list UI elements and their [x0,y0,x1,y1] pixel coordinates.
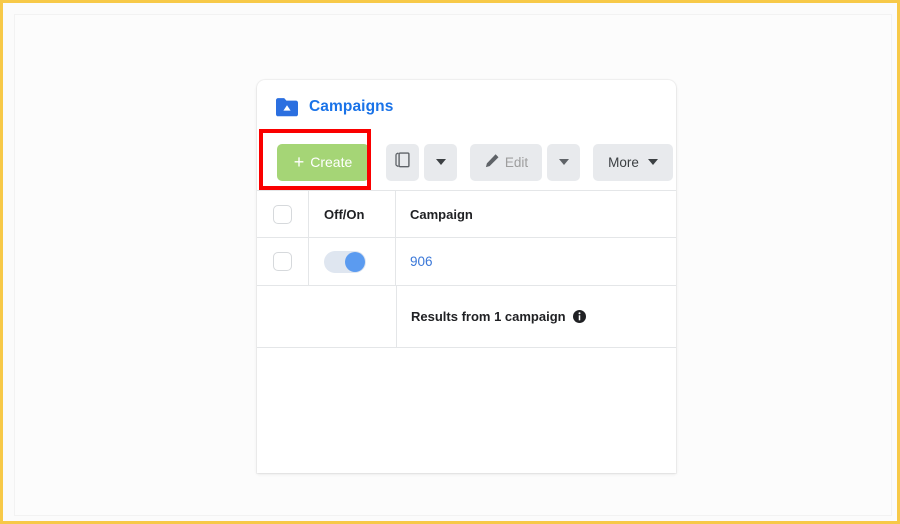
plus-icon: + [293,151,305,172]
select-all-cell [257,191,309,237]
edit-button-label: Edit [504,154,529,170]
table-summary-row: Results from 1 campaign [257,286,676,348]
duplicate-pages-icon [395,152,410,172]
pencil-icon [484,153,500,172]
chevron-down-icon [647,159,658,165]
row-select-cell [257,238,309,285]
campaigns-table: Off/On Campaign 906 Results from 1 campa… [257,190,676,473]
panel-header: Campaigns [257,80,676,134]
edit-dropdown-button[interactable] [547,143,580,181]
more-button-label: More [608,154,639,170]
chevron-down-icon [435,159,446,165]
campaigns-folder-icon [276,97,298,117]
column-header-offon[interactable]: Off/On [309,191,396,237]
select-all-checkbox[interactable] [273,204,292,224]
column-header-campaign[interactable]: Campaign [396,191,676,237]
table-row: 906 [257,238,676,286]
campaigns-panel: Campaigns + Create Edit More Off/On Camp… [257,80,676,473]
campaign-name-link[interactable]: 906 [410,254,433,269]
page-frame: Campaigns + Create Edit More Off/On Camp… [0,0,900,524]
campaign-status-toggle[interactable] [324,250,366,273]
chevron-down-icon [558,159,569,165]
info-circle-icon[interactable] [572,310,586,323]
create-button[interactable]: + Create [277,143,369,181]
summary-text-cell: Results from 1 campaign [397,286,676,347]
row-checkbox[interactable] [273,252,292,271]
toggle-knob [345,251,365,272]
summary-blank-cell [257,286,397,347]
duplicate-dropdown-button[interactable] [424,143,457,181]
row-offon-cell [309,238,396,285]
page-inner-surface: Campaigns + Create Edit More Off/On Camp… [14,14,892,516]
toolbar: + Create Edit More [257,134,676,190]
table-header-row: Off/On Campaign [257,190,676,238]
row-campaign-cell: 906 [396,238,676,285]
summary-label: Results from 1 campaign [411,309,566,324]
create-button-label: Create [310,154,353,170]
more-button[interactable]: More [593,143,673,181]
duplicate-button[interactable] [386,143,419,181]
page-title: Campaigns [309,98,394,115]
edit-button[interactable]: Edit [470,143,542,181]
